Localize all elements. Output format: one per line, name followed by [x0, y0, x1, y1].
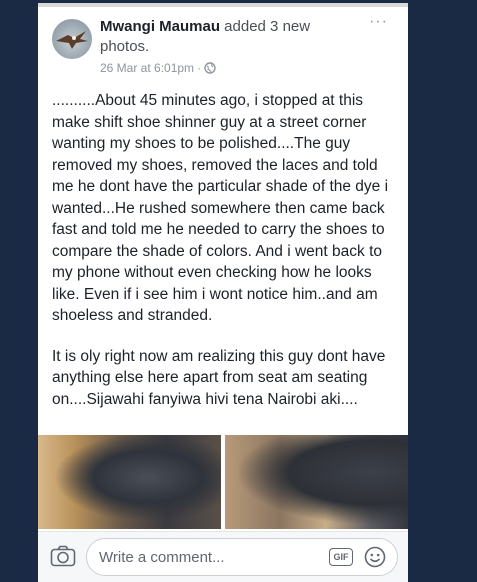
photo-grid: [38, 435, 408, 529]
eagle-avatar-icon: [56, 31, 88, 49]
post-meta: 26 Mar at 6:01pm ·: [100, 61, 216, 75]
post-paragraph: ..........About 45 minutes ago, i stoppe…: [52, 92, 389, 324]
post-timestamp[interactable]: 26 Mar at 6:01pm: [100, 61, 194, 75]
photo-thumbnail[interactable]: [225, 435, 408, 529]
globe-icon: [204, 62, 216, 74]
author-name[interactable]: Mwangi Maumau: [100, 18, 220, 35]
post-paragraph: It is oly right now am realizing this gu…: [52, 347, 386, 408]
comment-input[interactable]: Write a comment... GIF: [86, 538, 398, 576]
post-text: ..........About 45 minutes ago, i stoppe…: [52, 90, 402, 429]
comment-placeholder: Write a comment...: [99, 549, 225, 566]
photo-thumbnail[interactable]: [38, 435, 221, 529]
post-header: Mwangi Maumau added 3 new photos.: [100, 17, 360, 57]
more-options-icon[interactable]: ···: [369, 13, 388, 31]
previous-post-edge: [38, 3, 408, 7]
comment-bar: Write a comment... GIF: [38, 531, 408, 582]
meta-separator: ·: [197, 61, 202, 75]
camera-icon[interactable]: [50, 545, 76, 567]
post-card: Mwangi Maumau added 3 new photos. 26 Mar…: [38, 3, 408, 582]
emoji-icon[interactable]: [364, 546, 386, 568]
avatar[interactable]: [52, 19, 92, 59]
gif-icon[interactable]: GIF: [329, 548, 353, 566]
